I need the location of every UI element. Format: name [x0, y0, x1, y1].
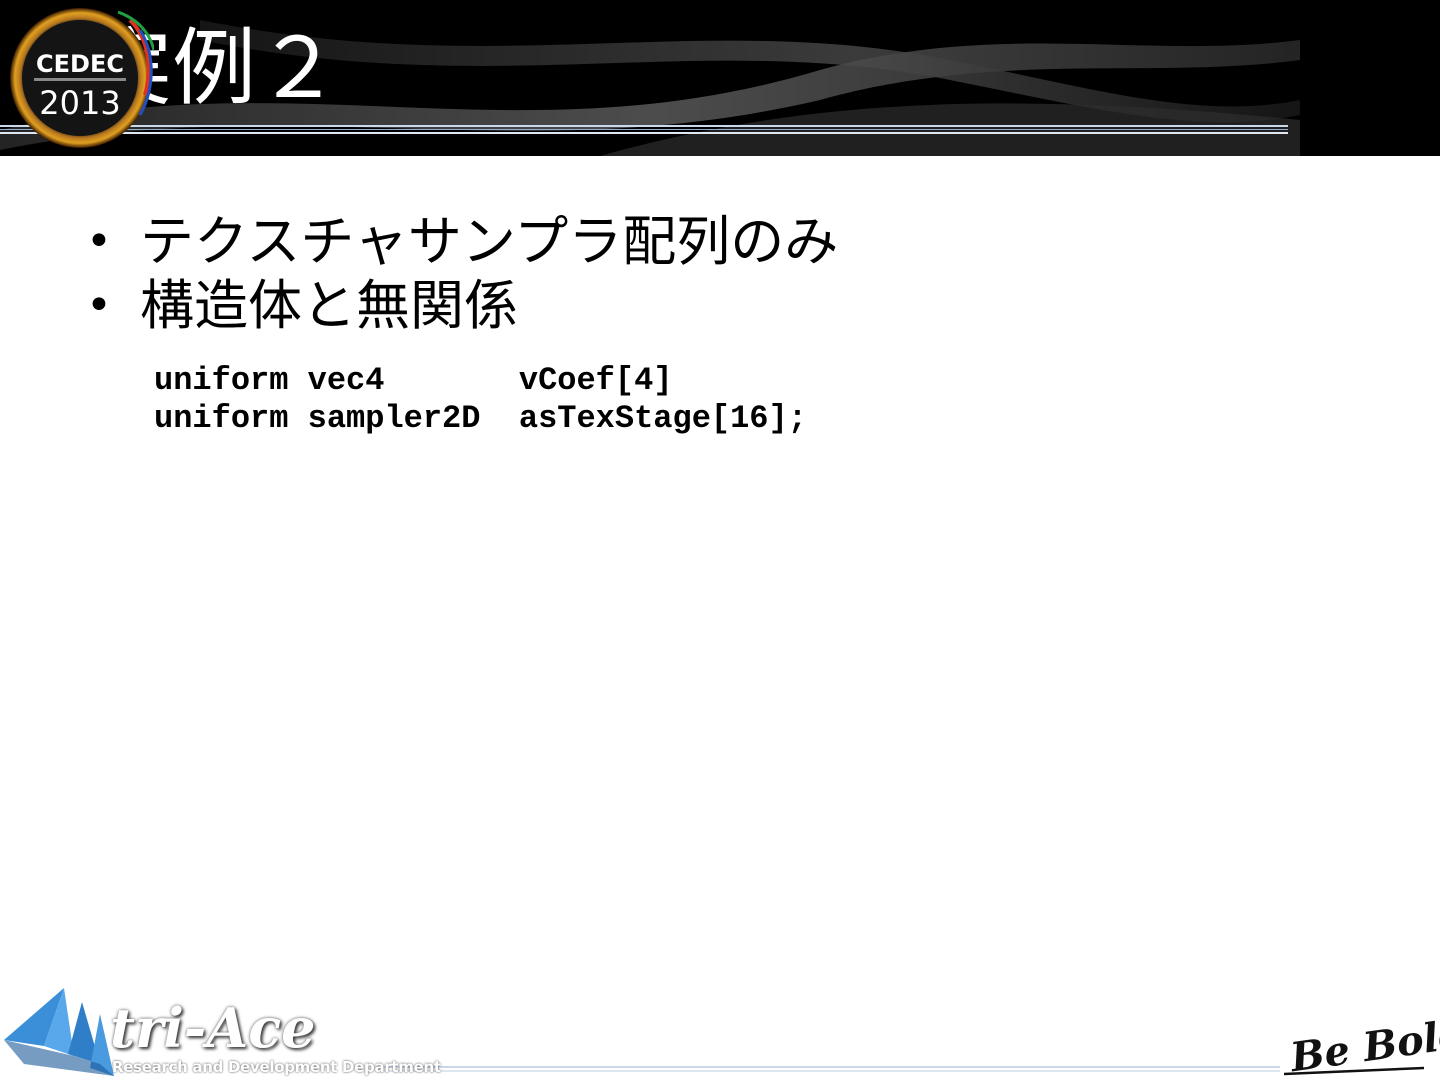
- code-line: uniform vec4 vCoef[4]: [154, 362, 673, 399]
- bullet-item: • 構造体と無関係: [82, 274, 838, 338]
- triace-brand-sub: Research and Development Department: [112, 1058, 441, 1076]
- bullet-text: 構造体と無関係: [140, 274, 518, 337]
- bullet-text: テクスチャサンプラ配列のみ: [140, 210, 839, 273]
- bullet-item: • テクスチャサンプラ配列のみ: [82, 210, 838, 274]
- cedec-logo-line1: CEDEC: [36, 50, 124, 78]
- cedec-logo-line2: 2013: [39, 84, 120, 122]
- bullet-dot: •: [86, 216, 112, 267]
- code-line: uniform sampler2D asTexStage[16];: [154, 400, 807, 437]
- triace-brand: tri-Ace: [110, 996, 316, 1060]
- cedec-2013-logo: CEDEC 2013: [10, 8, 154, 148]
- bullet-dot: •: [86, 280, 112, 331]
- slide: 実例２ CEDEC 2013 • テクスチャサンプラ配列のみ • 構造体と無関係…: [0, 0, 1440, 1080]
- bullet-list: • テクスチャサンプラ配列のみ • 構造体と無関係: [82, 210, 838, 338]
- slide-header: 実例２ CEDEC 2013: [0, 0, 1440, 156]
- footer-divider: [380, 1066, 1280, 1072]
- code-block: uniform vec4 vCoef[4] uniform sampler2D …: [154, 362, 807, 438]
- be-bold-underline: [1284, 1066, 1424, 1076]
